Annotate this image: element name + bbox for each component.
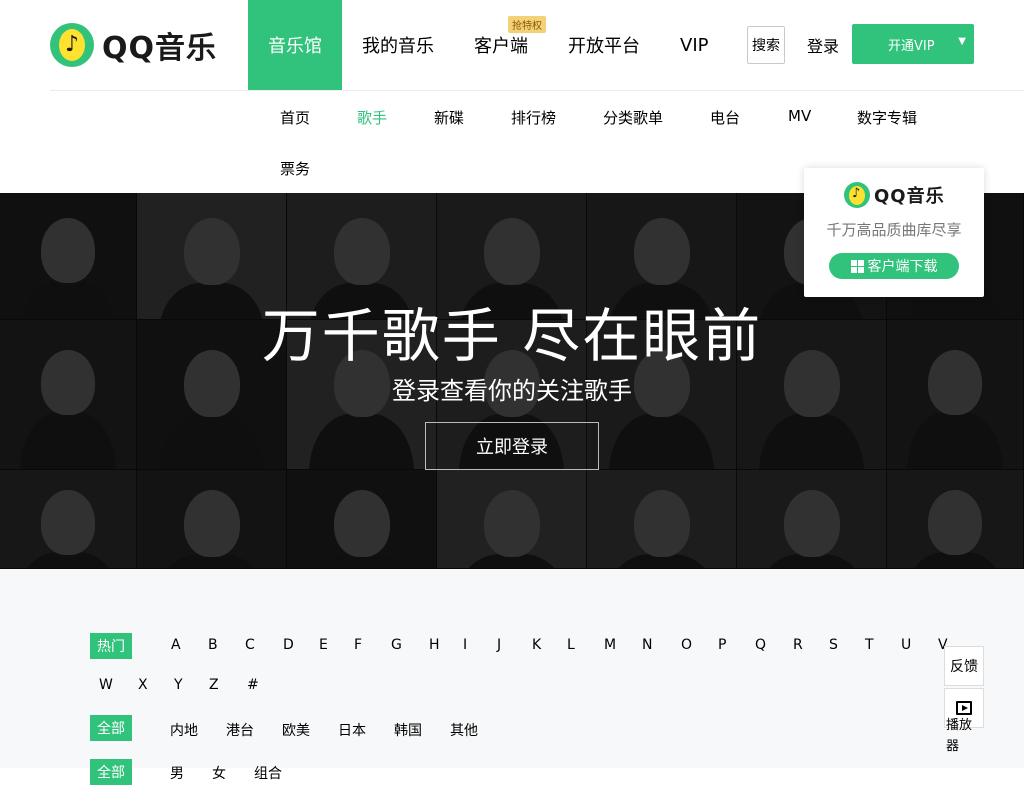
filter-sex-all[interactable]: 全部 — [90, 759, 132, 785]
letter-i[interactable]: I — [463, 637, 467, 653]
search-button[interactable]: 搜索 — [747, 26, 785, 64]
subnav-mv[interactable]: MV — [788, 107, 811, 125]
client-download-popup: ♪ QQ音乐 千万高品质曲库尽享 客户端下载 — [804, 168, 984, 297]
open-vip-button[interactable]: 开通VIP ▼ — [852, 24, 974, 64]
letter-x[interactable]: X — [138, 677, 148, 693]
letter-e[interactable]: E — [319, 637, 328, 653]
subnav-new-albums[interactable]: 新碟 — [434, 107, 464, 128]
subnav-playlists[interactable]: 分类歌单 — [603, 107, 663, 128]
subnav-radio[interactable]: 电台 — [710, 107, 740, 128]
letter-z[interactable]: Z — [209, 677, 219, 693]
area-option[interactable]: 日本 — [338, 720, 366, 740]
subnav-tickets[interactable]: 票务 — [280, 158, 310, 179]
play-icon — [956, 701, 972, 715]
chevron-down-icon[interactable]: ▼ — [958, 36, 966, 47]
letter-m[interactable]: M — [604, 637, 616, 653]
subnav-digital-albums[interactable]: 数字专辑 — [857, 107, 917, 128]
subnav-home[interactable]: 首页 — [280, 107, 310, 128]
letter-other[interactable]: # — [247, 677, 259, 693]
area-option[interactable]: 港台 — [226, 720, 254, 740]
login-link[interactable]: 登录 — [807, 33, 839, 57]
popup-logo-text: QQ音乐 — [874, 186, 945, 207]
client-download-label: 客户端下载 — [867, 259, 938, 275]
letter-j[interactable]: J — [497, 637, 501, 653]
nav-open-platform[interactable]: 开放平台 — [548, 0, 660, 90]
letter-o[interactable]: O — [681, 637, 692, 653]
letter-q[interactable]: Q — [755, 637, 766, 653]
area-option[interactable]: 韩国 — [394, 720, 422, 740]
letter-a[interactable]: A — [171, 637, 181, 653]
privilege-badge: 抢特权 — [508, 16, 546, 33]
nav-vip[interactable]: VIP — [660, 0, 728, 90]
logo-mark-icon: ♪ — [50, 23, 94, 67]
feedback-button[interactable]: 反馈 — [944, 646, 984, 686]
sex-option[interactable]: 组合 — [254, 763, 282, 783]
letter-n[interactable]: N — [642, 637, 652, 653]
subnav-charts[interactable]: 排行榜 — [511, 107, 556, 128]
qq-music-logo[interactable]: ♪ QQ音乐 — [50, 22, 217, 68]
main-nav: 音乐馆 我的音乐 客户端 抢特权 开放平台 VIP — [248, 0, 728, 90]
popup-logo: ♪ QQ音乐 — [844, 182, 945, 208]
sex-option[interactable]: 女 — [212, 763, 226, 783]
banner-subtitle: 登录查看你的关注歌手 — [392, 377, 632, 405]
area-option[interactable]: 内地 — [170, 720, 198, 740]
site-header: ♪ QQ音乐 音乐馆 我的音乐 客户端 抢特权 开放平台 VIP 搜索 登录 开… — [0, 0, 1024, 90]
nav-client[interactable]: 客户端 抢特权 — [454, 0, 548, 90]
client-download-button[interactable]: 客户端下载 — [829, 253, 959, 279]
letter-c[interactable]: C — [245, 637, 255, 653]
letter-w[interactable]: W — [99, 677, 113, 693]
filter-area-all[interactable]: 全部 — [90, 715, 132, 741]
letter-b[interactable]: B — [208, 637, 218, 653]
login-now-button[interactable]: 立即登录 — [425, 422, 599, 470]
logo-mark-icon: ♪ — [844, 182, 870, 208]
area-option[interactable]: 欧美 — [282, 720, 310, 740]
letter-g[interactable]: G — [391, 637, 402, 653]
player-label: 播放器 — [946, 718, 973, 754]
letter-t[interactable]: T — [865, 637, 874, 653]
filter-index-hot[interactable]: 热门 — [90, 633, 132, 659]
letter-s[interactable]: S — [829, 637, 838, 653]
nav-my-music[interactable]: 我的音乐 — [342, 0, 454, 90]
logo-text: QQ音乐 — [102, 31, 218, 66]
letter-h[interactable]: H — [429, 637, 440, 653]
letter-y[interactable]: Y — [174, 677, 183, 693]
banner-title: 万千歌手 尽在眼前 — [261, 302, 763, 370]
nav-music-hall[interactable]: 音乐馆 — [248, 0, 342, 90]
letter-p[interactable]: P — [718, 637, 726, 653]
letter-l[interactable]: L — [567, 637, 575, 653]
open-vip-label: 开通VIP — [888, 38, 935, 54]
windows-icon — [850, 259, 864, 273]
letter-r[interactable]: R — [793, 637, 803, 653]
sex-option[interactable]: 男 — [170, 763, 184, 783]
letter-f[interactable]: F — [354, 637, 362, 653]
letter-d[interactable]: D — [283, 637, 294, 653]
area-option[interactable]: 其他 — [450, 720, 478, 740]
letter-u[interactable]: U — [901, 637, 911, 653]
letter-k[interactable]: K — [532, 637, 541, 653]
header-divider — [50, 90, 1024, 91]
popup-tagline: 千万高品质曲库尽享 — [826, 221, 962, 239]
nav-client-label: 客户端 — [474, 36, 528, 57]
subnav-singers[interactable]: 歌手 — [357, 107, 387, 128]
singer-filter-panel: 热门 A B C D E F G H I J K L M N O P Q R S T U V W X Y Z # 全部 内地 港台 欧美… — [0, 569, 1024, 785]
